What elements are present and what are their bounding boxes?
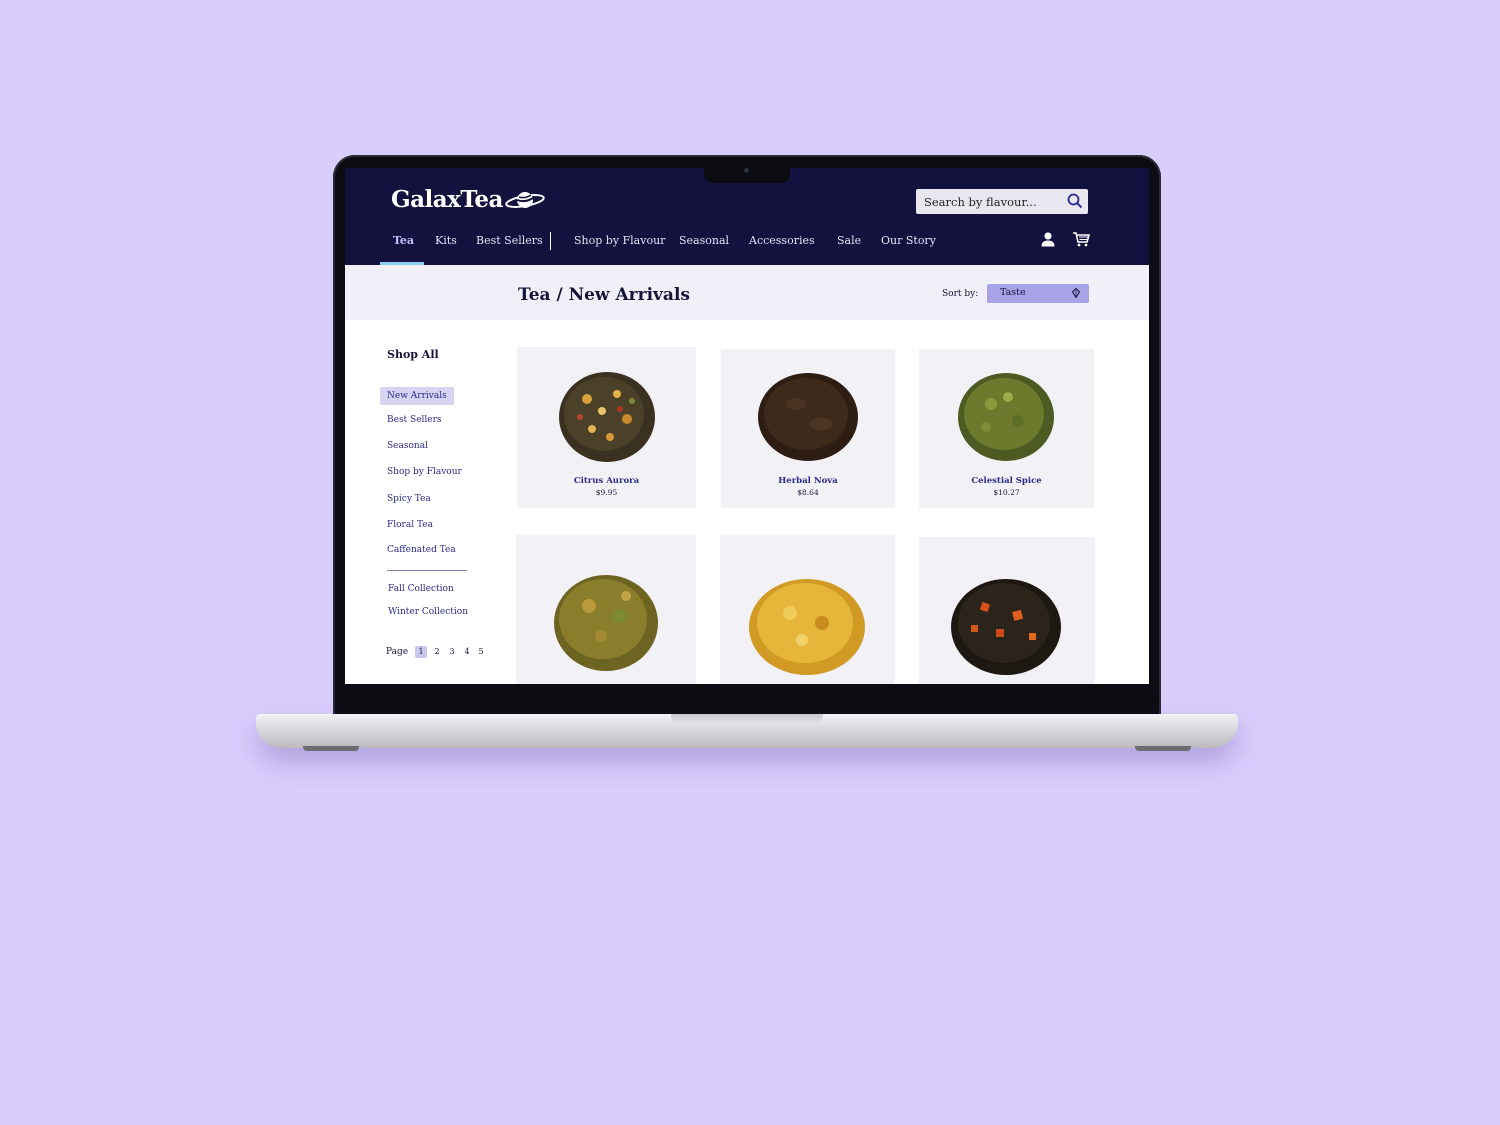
sidebar-item-spicy-tea[interactable]: Spicy Tea (387, 494, 431, 504)
laptop-foot (1135, 746, 1191, 751)
product-price: $9.95 (595, 488, 618, 497)
camera-icon (744, 168, 749, 173)
sort-value: Taste (1000, 287, 1026, 298)
product-card[interactable] (516, 535, 696, 684)
sort-dropdown[interactable]: Taste (987, 284, 1089, 303)
nav-item-our-story[interactable]: Our Story (881, 234, 936, 247)
product-card[interactable] (919, 537, 1095, 684)
search-icon[interactable] (1067, 193, 1083, 209)
nav-item-best-sellers[interactable]: Best Sellers (476, 234, 543, 247)
laptop-screen: GalaxTea Tea Kits Best Sellers Shop by F… (345, 168, 1149, 684)
product-name[interactable]: Citrus Aurora (517, 476, 696, 486)
nav-item-seasonal[interactable]: Seasonal (679, 234, 729, 247)
sidebar-item-floral-tea[interactable]: Floral Tea (387, 520, 433, 530)
sidebar-item-best-sellers[interactable]: Best Sellers (387, 415, 442, 425)
planet-logo-icon (505, 192, 545, 208)
product-card[interactable]: Herbal Nova $8.64 (721, 349, 895, 508)
sidebar-divider (387, 570, 467, 571)
main-nav: Tea Kits Best Sellers Shop by Flavour Se… (345, 228, 1149, 265)
sidebar-item-winter-collection[interactable]: Winter Collection (388, 607, 468, 617)
sort-toggle-icon (1071, 288, 1081, 298)
product-price: $8.64 (797, 488, 819, 497)
nav-item-shop-by-flavour[interactable]: Shop by Flavour (574, 234, 665, 247)
nav-item-tea[interactable]: Tea (393, 234, 414, 247)
search-box[interactable] (916, 189, 1088, 214)
page-link-3[interactable]: 3 (446, 647, 458, 656)
page-title: Tea / New Arrivals (518, 285, 690, 305)
tea-leaves-image (758, 373, 858, 461)
nav-divider (550, 232, 551, 250)
laptop-foot (303, 746, 359, 751)
nav-item-accessories[interactable]: Accessories (749, 234, 815, 247)
sidebar-item-fall-collection[interactable]: Fall Collection (388, 584, 454, 594)
product-name[interactable]: Herbal Nova (721, 476, 895, 486)
user-icon[interactable] (1040, 231, 1056, 247)
page-link-1[interactable]: 1 (415, 646, 427, 658)
page-link-2[interactable]: 2 (431, 647, 443, 656)
product-card[interactable]: Celestial Spice $10.27 (919, 349, 1094, 508)
tea-leaves-image (749, 579, 865, 675)
page-link-4[interactable]: 4 (461, 647, 473, 656)
tea-leaves-image (951, 579, 1061, 675)
sidebar-item-new-arrivals[interactable]: New Arrivals (380, 387, 454, 405)
product-card[interactable]: Citrus Aurora $9.95 (517, 347, 696, 508)
sort-label: Sort by: (942, 289, 979, 299)
pagination-label: Page (386, 647, 409, 657)
brand-logo[interactable]: GalaxTea (391, 186, 503, 213)
sidebar-title[interactable]: Shop All (387, 348, 439, 361)
search-input[interactable] (922, 192, 1066, 212)
cart-icon[interactable] (1072, 231, 1090, 247)
page-title-bar: Tea / New Arrivals Sort by: Taste (345, 265, 1149, 320)
tea-leaves-image (559, 372, 655, 462)
sidebar-item-caffenated-tea[interactable]: Caffenated Tea (387, 545, 456, 555)
product-name[interactable]: Celestial Spice (919, 476, 1094, 486)
sidebar-item-seasonal[interactable]: Seasonal (387, 441, 428, 451)
nav-item-kits[interactable]: Kits (435, 234, 457, 247)
nav-item-sale[interactable]: Sale (837, 234, 861, 247)
tea-leaves-image (958, 373, 1054, 461)
page-link-5[interactable]: 5 (475, 647, 487, 656)
sidebar-item-shop-by-flavour[interactable]: Shop by Flavour (387, 467, 462, 477)
product-card[interactable] (720, 535, 895, 684)
tea-leaves-image (554, 575, 658, 671)
product-price: $10.27 (993, 488, 1020, 497)
laptop-hinge (671, 714, 823, 725)
